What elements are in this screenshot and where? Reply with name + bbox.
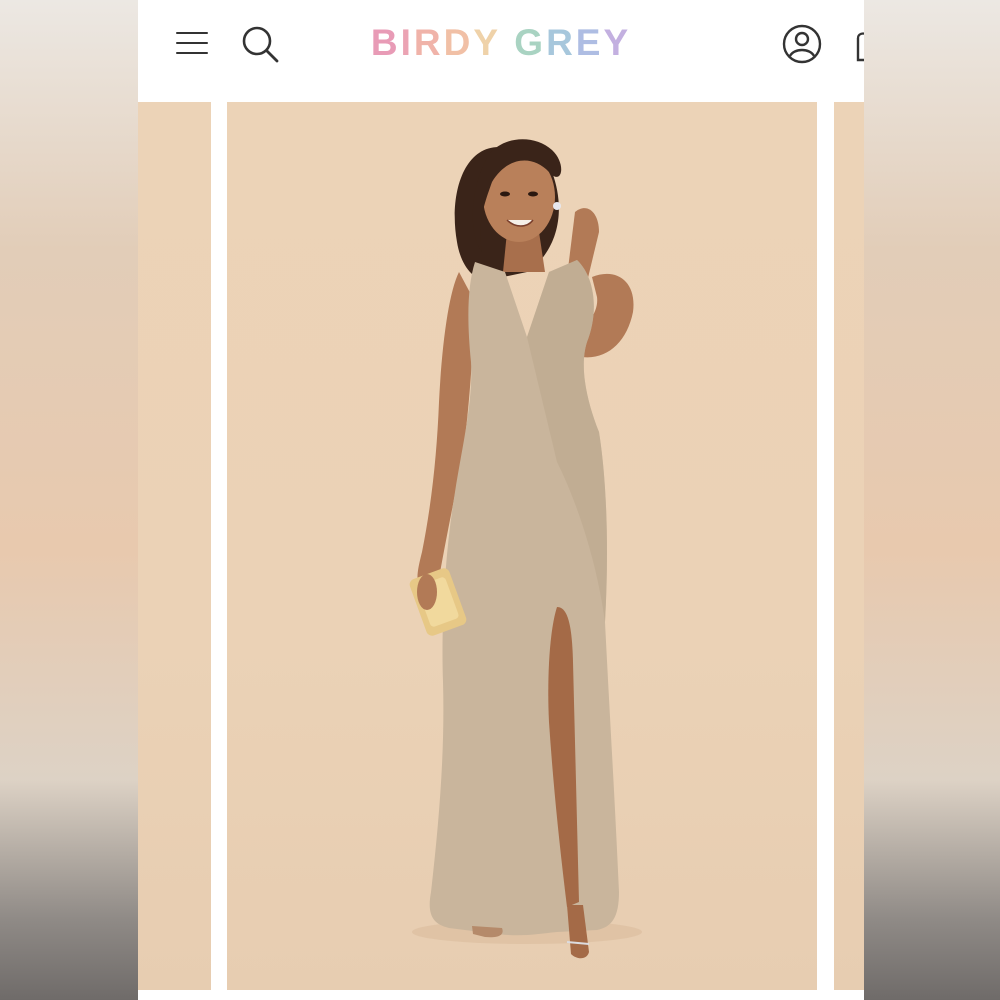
cart-icon[interactable] [854, 30, 864, 64]
blurred-background-right [864, 0, 1000, 1000]
site-header: BIRDY GREY [138, 0, 864, 100]
logo-letter [501, 22, 514, 64]
logo-letter: B [370, 22, 401, 63]
blurred-background-left [0, 0, 138, 1000]
gallery-slide-next[interactable] [834, 102, 864, 990]
logo-letter: E [575, 22, 604, 63]
logo-letter: I [400, 22, 414, 63]
dress-model-image [409, 139, 642, 959]
mobile-page: BIRDY GREY [138, 0, 864, 1000]
brand-logo[interactable]: BIRDY GREY [138, 22, 864, 64]
logo-letter: Y [603, 22, 632, 63]
gallery-slide-previous[interactable] [138, 102, 211, 990]
logo-letter: G [514, 22, 547, 63]
logo-letter: D [443, 22, 474, 63]
logo-letter: Y [473, 22, 501, 63]
account-icon[interactable] [782, 24, 822, 64]
gallery-slide-main[interactable] [227, 102, 817, 990]
logo-letter: R [546, 22, 576, 63]
logo-letter: R [413, 22, 444, 63]
